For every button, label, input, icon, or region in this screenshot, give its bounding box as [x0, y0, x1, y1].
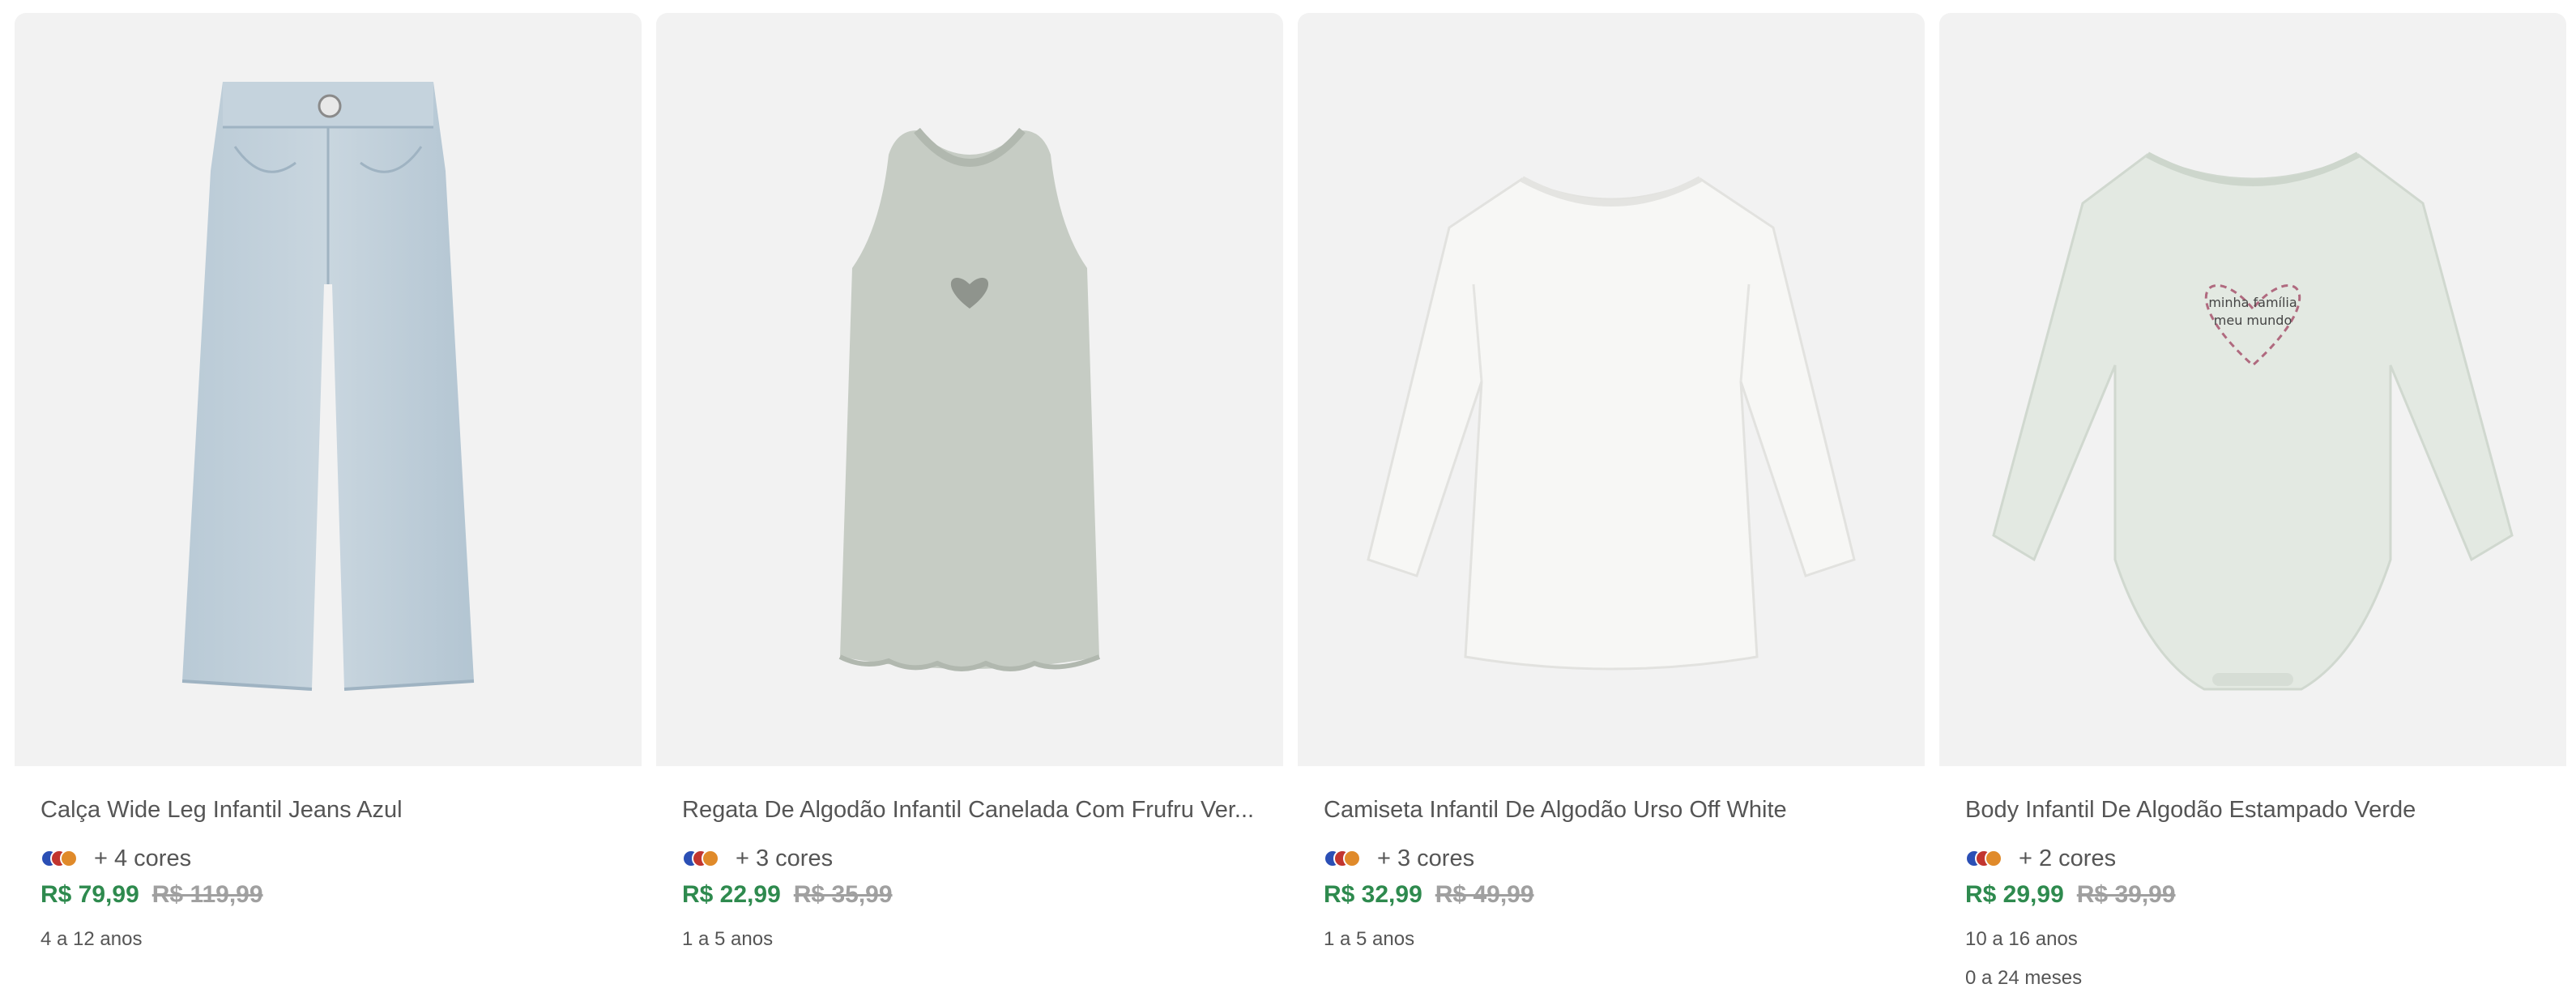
- original-price: R$ 39,99: [2076, 881, 2176, 908]
- product-card[interactable]: Calça Wide Leg Infantil Jeans Azul + 4 c…: [15, 13, 642, 993]
- color-swatch-orange[interactable]: [60, 850, 78, 867]
- product-title[interactable]: Body Infantil De Algodão Estampado Verde: [1965, 794, 2540, 826]
- print-line-1: minha família: [2208, 295, 2297, 310]
- more-colors-label: + 3 cores: [1377, 845, 1475, 871]
- product-card[interactable]: minha família meu mundo Body Infantil De…: [1939, 13, 2566, 993]
- color-options[interactable]: + 3 cores: [1324, 842, 1899, 875]
- product-title[interactable]: Camiseta Infantil De Algodão Urso Off Wh…: [1324, 794, 1899, 826]
- original-price: R$ 35,99: [793, 881, 893, 908]
- color-swatch-orange[interactable]: [702, 850, 719, 867]
- color-swatches[interactable]: [41, 850, 81, 867]
- product-title[interactable]: Calça Wide Leg Infantil Jeans Azul: [41, 794, 616, 826]
- color-swatches[interactable]: [1965, 850, 2006, 867]
- current-price: R$ 22,99: [682, 881, 781, 908]
- current-price: R$ 29,99: [1965, 881, 2064, 908]
- more-colors-label: + 3 cores: [736, 845, 834, 871]
- age-range: 10 a 16 anos: [1965, 928, 2078, 950]
- product-image[interactable]: [15, 13, 642, 766]
- product-card[interactable]: Camiseta Infantil De Algodão Urso Off Wh…: [1298, 13, 1925, 993]
- product-image[interactable]: [656, 13, 1283, 766]
- price-row: R$ 29,99 R$ 39,99: [1965, 881, 2540, 915]
- color-options[interactable]: + 2 cores: [1965, 842, 2540, 875]
- baby-bodysuit-icon: minha família meu mundo: [1992, 151, 2514, 691]
- product-card[interactable]: Regata De Algodão Infantil Canelada Com …: [656, 13, 1283, 993]
- current-price: R$ 32,99: [1324, 881, 1422, 908]
- color-swatch-orange[interactable]: [1985, 850, 2002, 867]
- price-row: R$ 32,99 R$ 49,99: [1324, 881, 1899, 915]
- price-row: R$ 79,99 R$ 119,99: [41, 881, 616, 915]
- product-image[interactable]: [1298, 13, 1925, 766]
- color-swatches[interactable]: [682, 850, 723, 867]
- print-line-2: meu mundo: [2214, 313, 2292, 328]
- product-image[interactable]: minha família meu mundo: [1939, 13, 2566, 766]
- original-price: R$ 119,99: [151, 881, 263, 908]
- jeans-pants-icon: [181, 82, 475, 691]
- current-price: R$ 79,99: [41, 881, 139, 908]
- color-swatches[interactable]: [1324, 850, 1364, 867]
- age-range: 1 a 5 anos: [1324, 928, 1415, 950]
- age-range: 4 a 12 anos: [41, 928, 143, 950]
- more-colors-label: + 2 cores: [2019, 845, 2117, 871]
- price-row: R$ 22,99 R$ 35,99: [682, 881, 1257, 915]
- age-range: 1 a 5 anos: [682, 928, 774, 950]
- color-options[interactable]: + 4 cores: [41, 842, 616, 875]
- color-options[interactable]: + 3 cores: [682, 842, 1257, 875]
- product-grid: Calça Wide Leg Infantil Jeans Azul + 4 c…: [15, 13, 2566, 993]
- original-price: R$ 49,99: [1435, 881, 1534, 908]
- more-colors-label: + 4 cores: [94, 845, 192, 871]
- long-sleeve-shirt-icon: [1367, 176, 1856, 671]
- product-title[interactable]: Regata De Algodão Infantil Canelada Com …: [682, 794, 1257, 826]
- tank-top-icon: [838, 127, 1101, 671]
- age-range: 0 a 24 meses: [1965, 967, 2083, 989]
- color-swatch-orange[interactable]: [1343, 850, 1361, 867]
